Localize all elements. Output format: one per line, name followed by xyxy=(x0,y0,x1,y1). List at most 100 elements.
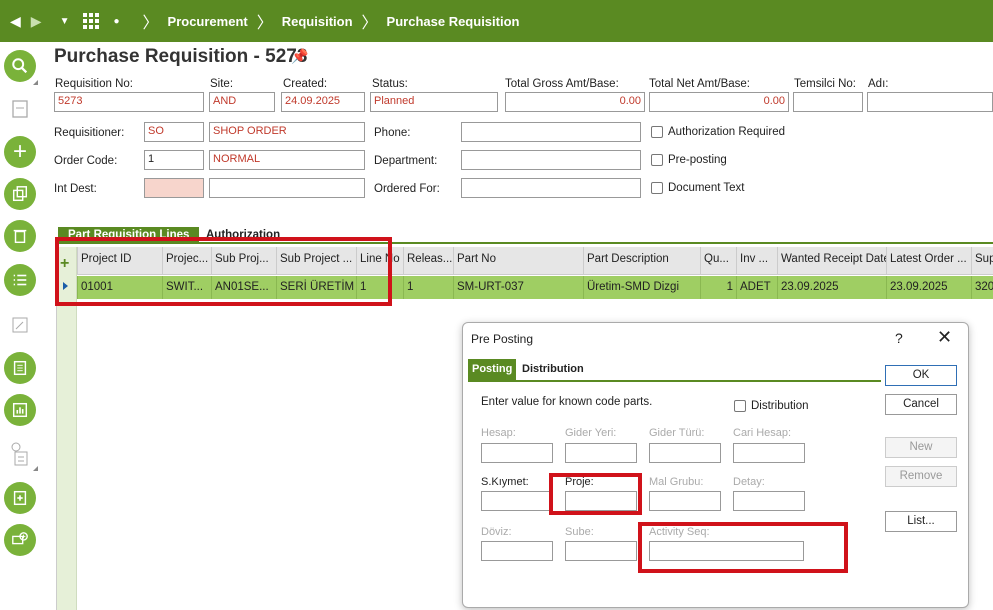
document-icon xyxy=(10,98,30,120)
search-icon xyxy=(12,58,28,74)
gider-turu-label: Gider Türü: xyxy=(649,427,705,439)
cari-hesap-field[interactable] xyxy=(733,443,805,463)
dropdown-icon[interactable]: ▼ xyxy=(60,16,70,27)
int-dest-desc-field[interactable] xyxy=(209,178,365,198)
cancel-button[interactable]: Cancel xyxy=(885,394,957,415)
hesap-field[interactable] xyxy=(481,443,553,463)
mal-grubu-field[interactable] xyxy=(649,491,721,511)
requisitioner-desc-field[interactable]: SHOP ORDER xyxy=(209,122,365,142)
new-record-button[interactable] xyxy=(4,482,36,514)
help-icon[interactable]: ? xyxy=(895,330,903,346)
temsilci-no-label: Temsilci No: xyxy=(794,78,856,90)
authorization-required-checkbox[interactable] xyxy=(651,126,663,138)
page: ◀ ▶ ▼ ● 〉 Procurement 〉 Requisition 〉 Pu… xyxy=(0,0,993,610)
cell-inventory-unit: ADET xyxy=(736,276,777,299)
pin-icon[interactable]: 📌 xyxy=(291,48,308,65)
col-wanted-receipt-date[interactable]: Wanted Receipt Date xyxy=(777,247,886,275)
total-gross-field[interactable]: 0.00 xyxy=(505,92,645,112)
created-field[interactable]: 24.09.2025 xyxy=(281,92,365,112)
list-button[interactable]: List... xyxy=(885,511,957,532)
breadcrumb-procurement[interactable]: Procurement xyxy=(168,14,248,29)
cell-part-description: Üretim-SMD Dizgi xyxy=(583,276,700,299)
notes-button[interactable] xyxy=(4,352,36,384)
requisition-no-field[interactable]: 5273 xyxy=(54,92,204,112)
col-part-description[interactable]: Part Description xyxy=(583,247,700,275)
expand-icon xyxy=(10,314,30,336)
document-text-checkbox[interactable] xyxy=(651,182,663,194)
col-release[interactable]: Releas... xyxy=(403,247,453,275)
col-inventory-unit[interactable]: Inv ... xyxy=(736,247,777,275)
mal-grubu-label: Mal Grubu: xyxy=(649,476,704,488)
cell-supplier: 320 xyxy=(971,276,993,299)
total-net-field[interactable]: 0.00 xyxy=(649,92,789,112)
col-latest-order[interactable]: Latest Order ... xyxy=(886,247,971,275)
tab-posting[interactable]: Posting xyxy=(468,359,517,381)
chart-icon xyxy=(12,402,28,418)
temsilci-no-field[interactable] xyxy=(793,92,863,112)
doviz-field[interactable] xyxy=(481,541,553,561)
close-icon[interactable]: ✕ xyxy=(937,327,952,348)
trash-icon xyxy=(13,229,27,244)
gider-yeri-label: Gider Yeri: xyxy=(565,427,617,439)
add-button[interactable]: + xyxy=(4,136,36,168)
adi-label: Adı: xyxy=(868,78,889,90)
requisitioner-code-field[interactable]: SO xyxy=(144,122,204,142)
col-part-no[interactable]: Part No xyxy=(453,247,583,275)
distribution-checkbox[interactable] xyxy=(734,400,746,412)
top-bar: ◀ ▶ ▼ ● 〉 Procurement 〉 Requisition 〉 Pu… xyxy=(0,0,993,42)
breadcrumb-purchase-requisition[interactable]: Purchase Requisition xyxy=(387,14,520,29)
cell-wanted-receipt-date: 23.09.2025 xyxy=(777,276,886,299)
list-icon xyxy=(13,274,27,286)
sube-field[interactable] xyxy=(565,541,637,561)
chat-button[interactable] xyxy=(4,524,36,556)
report-button[interactable] xyxy=(4,394,36,426)
breadcrumb-requisition[interactable]: Requisition xyxy=(282,14,353,29)
ordered-for-field[interactable] xyxy=(461,178,641,198)
remove-button[interactable]: Remove xyxy=(885,466,957,487)
highlight-box-grid xyxy=(55,237,392,306)
page-title: Purchase Requisition - 5273 xyxy=(54,46,308,67)
pre-posting-checkbox[interactable] xyxy=(651,154,663,166)
adi-field[interactable] xyxy=(867,92,993,112)
duplicate-button[interactable] xyxy=(4,178,36,210)
col-supplier[interactable]: Sup xyxy=(971,247,993,275)
tab-distribution[interactable]: Distribution xyxy=(518,359,588,381)
order-code-field[interactable]: 1 xyxy=(144,150,204,170)
gider-yeri-field[interactable] xyxy=(565,443,637,463)
distribution-checkbox-label: Distribution xyxy=(751,400,809,412)
new-button[interactable]: New xyxy=(885,437,957,458)
phone-label: Phone: xyxy=(374,127,411,139)
delete-button[interactable] xyxy=(4,220,36,252)
back-icon[interactable]: ◀ xyxy=(10,13,21,30)
s-kiymet-field[interactable] xyxy=(481,491,553,511)
gider-turu-field[interactable] xyxy=(649,443,721,463)
department-field[interactable] xyxy=(461,150,641,170)
apps-grid-icon[interactable] xyxy=(83,13,100,29)
sidebar: + xyxy=(0,42,42,610)
highlight-box-proje xyxy=(549,473,642,515)
plus-icon: + xyxy=(12,138,27,165)
order-code-label: Order Code: xyxy=(54,155,118,167)
chevron-right-icon: 〉 xyxy=(361,15,378,32)
breadcrumb: 〉 Procurement 〉 Requisition 〉 Purchase R… xyxy=(134,9,520,33)
chat-add-icon xyxy=(12,532,28,545)
int-dest-field[interactable] xyxy=(144,178,204,198)
cell-part-no: SM-URT-037 xyxy=(453,276,583,299)
ok-button[interactable]: OK xyxy=(885,365,957,386)
search-button[interactable] xyxy=(4,50,36,82)
forward-icon[interactable]: ▶ xyxy=(31,13,42,30)
notes-icon xyxy=(13,360,27,376)
list-button[interactable] xyxy=(4,264,36,296)
pre-posting-label: Pre-posting xyxy=(668,154,727,166)
created-label: Created: xyxy=(283,78,328,90)
detay-field[interactable] xyxy=(733,491,805,511)
order-code-desc-field[interactable]: NORMAL xyxy=(209,150,365,170)
chevron-right-icon: 〉 xyxy=(142,15,159,32)
status-field[interactable]: Planned xyxy=(370,92,498,112)
home-dot-icon[interactable]: ● xyxy=(113,16,119,27)
col-quantity[interactable]: Qu... xyxy=(700,247,736,275)
s-kiymet-label: S.Kıymet: xyxy=(481,476,529,488)
highlight-box-activity-seq xyxy=(638,522,848,573)
phone-field[interactable] xyxy=(461,122,641,142)
site-field[interactable]: AND xyxy=(209,92,275,112)
